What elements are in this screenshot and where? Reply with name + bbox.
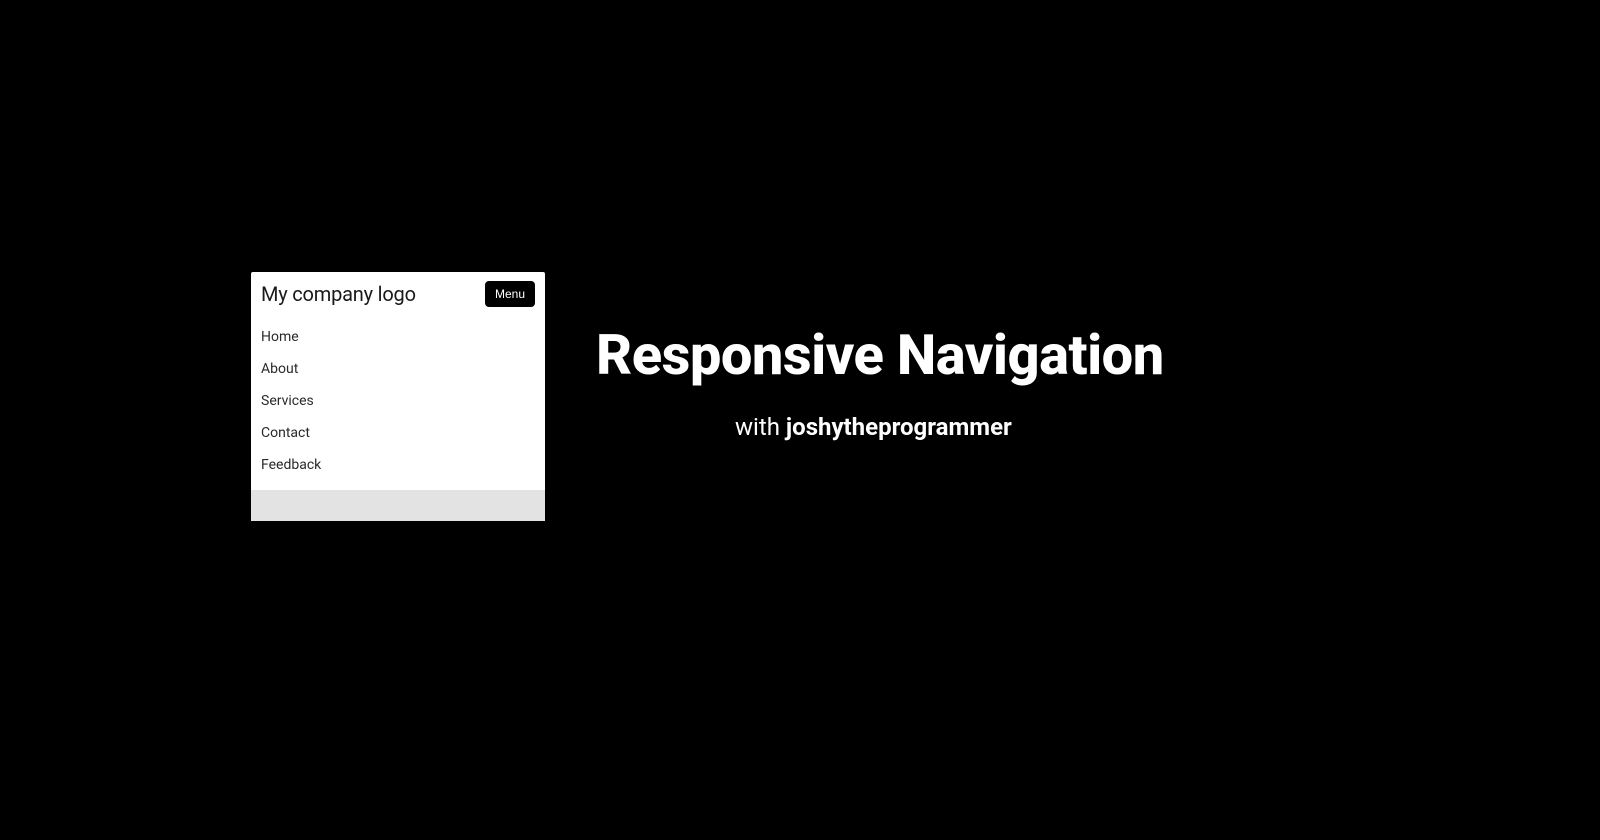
headline-text: Responsive Navigation <box>596 322 1164 388</box>
subline: with joshytheprogrammer <box>0 413 1600 441</box>
menu-button[interactable]: Menu <box>485 281 535 307</box>
company-logo-text: My company logo <box>261 282 416 306</box>
nav-item-about[interactable]: About <box>261 353 535 385</box>
subline-prefix: with <box>735 413 786 441</box>
nav-preview-card: My company logo Menu Home About Services… <box>251 272 545 521</box>
nav-list: Home About Services Contact Feedback <box>251 311 545 487</box>
nav-header: My company logo Menu <box>251 272 545 311</box>
card-footer <box>251 490 545 521</box>
nav-item-feedback[interactable]: Feedback <box>261 449 535 481</box>
nav-item-home[interactable]: Home <box>261 321 535 353</box>
subline-author: joshytheprogrammer <box>786 413 1012 441</box>
